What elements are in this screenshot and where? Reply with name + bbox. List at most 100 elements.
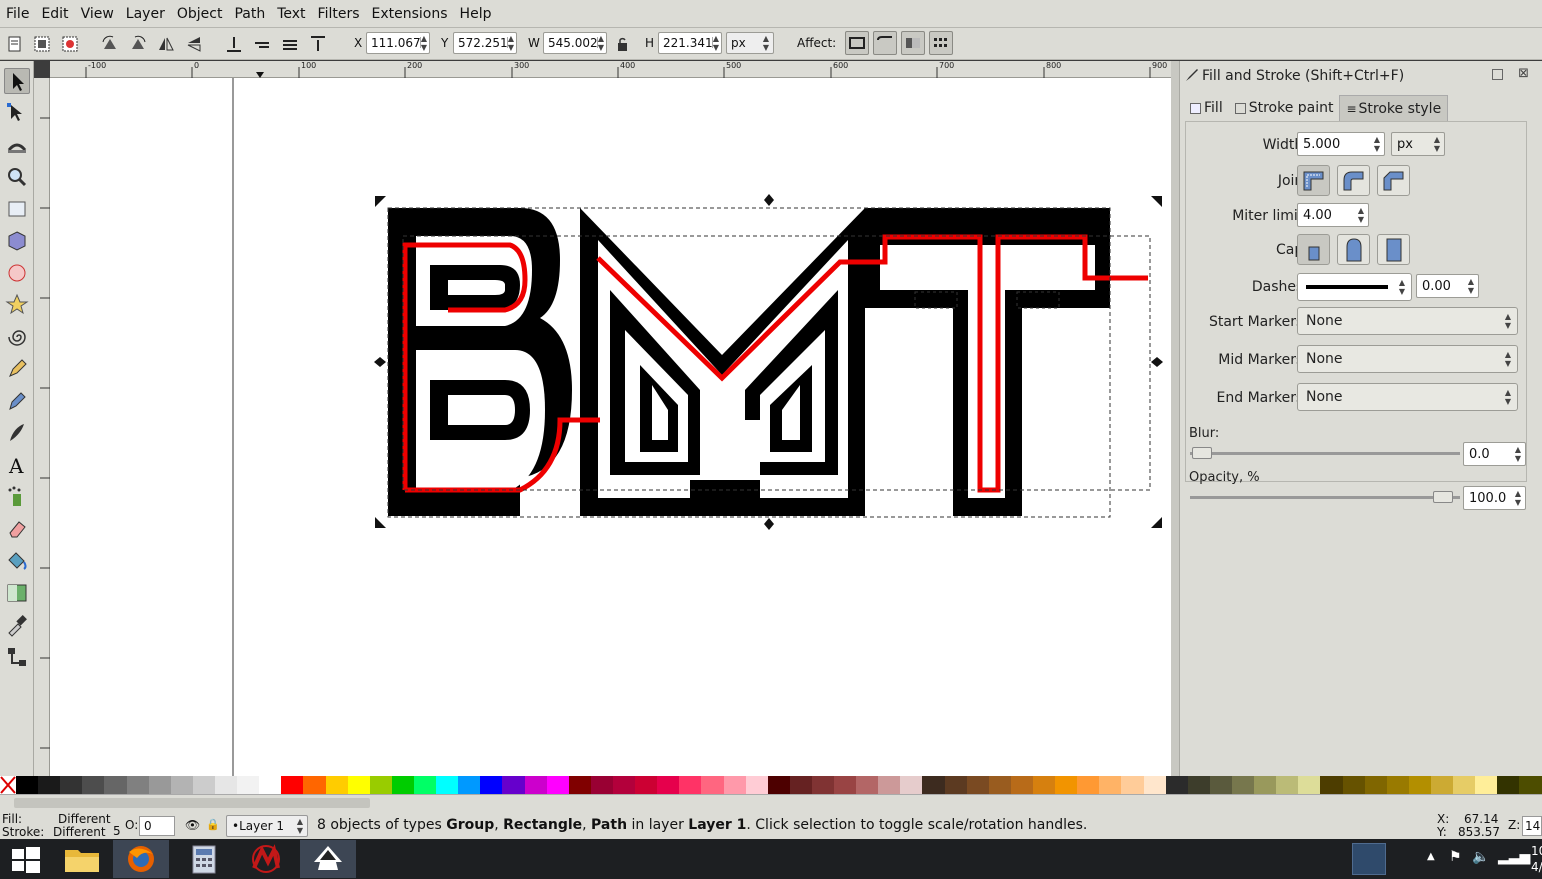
color-swatch[interactable] [1519, 776, 1542, 794]
affect-stroke-width-button[interactable] [845, 31, 869, 55]
spray-tool-icon[interactable] [4, 484, 30, 510]
dash-offset-input[interactable]: 0.00 ▲ ▼ [1416, 274, 1479, 298]
raise-icon[interactable] [279, 33, 301, 55]
menu-path[interactable]: Path [228, 6, 271, 22]
color-swatch[interactable] [148, 776, 171, 794]
color-swatch[interactable] [944, 776, 967, 794]
selector-tool-icon[interactable] [4, 68, 30, 94]
eye-icon[interactable]: 👁 [185, 818, 200, 832]
deselect-icon[interactable] [59, 33, 81, 55]
clock-date[interactable]: 4/ [1531, 860, 1542, 874]
firefox-icon[interactable] [113, 840, 169, 878]
color-swatch[interactable] [1475, 776, 1498, 794]
blur-input[interactable]: 0.0 ▲ ▼ [1463, 442, 1526, 466]
text-tool-icon[interactable]: A [4, 452, 30, 478]
menu-layer[interactable]: Layer [120, 6, 171, 22]
lock-layer-icon[interactable]: 🔒 [206, 818, 220, 831]
menu-text[interactable]: Text [271, 6, 311, 22]
no-paint-swatch[interactable] [0, 776, 16, 794]
color-swatch[interactable] [1055, 776, 1078, 794]
color-swatch[interactable] [590, 776, 613, 794]
color-swatch[interactable] [1364, 776, 1387, 794]
stroke-width-input[interactable]: 5.000 ▲ ▼ [1297, 132, 1385, 156]
color-swatch[interactable] [391, 776, 414, 794]
cap-round-button[interactable] [1337, 234, 1370, 265]
color-swatch[interactable] [1010, 776, 1034, 794]
pen-tool-icon[interactable] [4, 388, 30, 414]
color-swatch[interactable] [1232, 776, 1255, 794]
menu-extensions[interactable]: Extensions [366, 6, 454, 22]
color-swatch[interactable] [701, 776, 724, 794]
rotate-cw-icon[interactable] [127, 33, 149, 55]
color-swatch[interactable] [237, 776, 260, 794]
inkscape-taskbar-icon[interactable] [300, 840, 356, 878]
lower-icon[interactable] [251, 33, 273, 55]
color-swatch[interactable] [480, 776, 503, 794]
lock-icon[interactable] [612, 33, 628, 55]
horizontal-scrollbar[interactable] [0, 794, 1542, 811]
color-swatch[interactable] [1033, 776, 1056, 794]
color-swatch[interactable] [856, 776, 879, 794]
zoom-input[interactable]: 14 [1522, 816, 1542, 836]
menu-object[interactable]: Object [171, 6, 229, 22]
file-explorer-icon[interactable] [54, 840, 110, 878]
zoom-tool-icon[interactable] [4, 164, 30, 190]
color-swatch[interactable] [502, 776, 525, 794]
calculator-icon[interactable] [176, 840, 232, 878]
affect-rounded-corners-button[interactable] [873, 31, 897, 55]
tweak-tool-icon[interactable] [4, 132, 30, 158]
color-swatch[interactable] [922, 776, 945, 794]
color-swatch[interactable] [281, 776, 304, 794]
select-all-icon[interactable] [4, 33, 26, 55]
menu-view[interactable]: View [75, 6, 120, 22]
select-all-layers-icon[interactable] [31, 33, 53, 55]
vertical-scrollbar[interactable] [1171, 61, 1179, 776]
color-swatch[interactable] [1077, 776, 1100, 794]
color-swatch[interactable] [988, 776, 1011, 794]
color-swatch[interactable] [568, 776, 591, 794]
color-swatch[interactable] [767, 776, 790, 794]
color-swatch[interactable] [458, 776, 481, 794]
menu-help[interactable]: Help [454, 6, 498, 22]
tab-stroke-style[interactable]: ≡ Stroke style [1339, 95, 1449, 121]
w-input[interactable]: 545.002 ▲ ▼ [543, 32, 607, 54]
tab-stroke-paint[interactable]: Stroke paint [1229, 95, 1340, 121]
color-swatch[interactable] [1342, 776, 1365, 794]
color-swatch[interactable] [1431, 776, 1454, 794]
color-swatch[interactable] [170, 776, 193, 794]
join-round-button[interactable] [1337, 165, 1370, 196]
status-opacity-input[interactable]: 0 [139, 816, 175, 836]
drawing-canvas[interactable] [50, 78, 1171, 776]
calligraphy-tool-icon[interactable] [4, 420, 30, 446]
color-swatch[interactable] [1497, 776, 1520, 794]
color-swatch[interactable] [1276, 776, 1299, 794]
color-swatch[interactable] [192, 776, 215, 794]
affect-patterns-button[interactable] [929, 31, 953, 55]
panel-restore-icon[interactable] [1492, 69, 1503, 80]
color-swatch[interactable] [635, 776, 658, 794]
action-center-flag-icon[interactable]: ⚑ [1449, 849, 1462, 865]
color-swatch[interactable] [811, 776, 835, 794]
color-swatch[interactable] [1386, 776, 1409, 794]
unit-select[interactable]: px ▲ ▼ [726, 32, 774, 54]
color-swatch[interactable] [214, 776, 238, 794]
mid-markers-select[interactable]: None ▲ ▼ [1297, 345, 1518, 373]
color-swatch[interactable] [966, 776, 989, 794]
red-app-icon[interactable] [238, 840, 294, 878]
blur-slider[interactable] [1190, 452, 1460, 455]
color-swatch[interactable] [1254, 776, 1277, 794]
color-swatch[interactable] [1453, 776, 1476, 794]
connector-tool-icon[interactable] [4, 644, 30, 670]
color-swatch[interactable] [303, 776, 326, 794]
volume-icon[interactable]: 🔈 [1472, 849, 1489, 865]
menu-edit[interactable]: Edit [35, 6, 74, 22]
affect-gradients-button[interactable] [901, 31, 925, 55]
color-swatch[interactable] [82, 776, 105, 794]
x-input[interactable]: 111.067 ▲ ▼ [366, 32, 430, 54]
end-markers-select[interactable]: None ▲ ▼ [1297, 383, 1518, 411]
tray-chevron-icon[interactable]: ▲ [1427, 851, 1435, 862]
dropper-tool-icon[interactable] [4, 612, 30, 638]
flip-vertical-icon[interactable] [183, 33, 205, 55]
color-swatch[interactable] [1209, 776, 1233, 794]
color-swatch[interactable] [325, 776, 348, 794]
